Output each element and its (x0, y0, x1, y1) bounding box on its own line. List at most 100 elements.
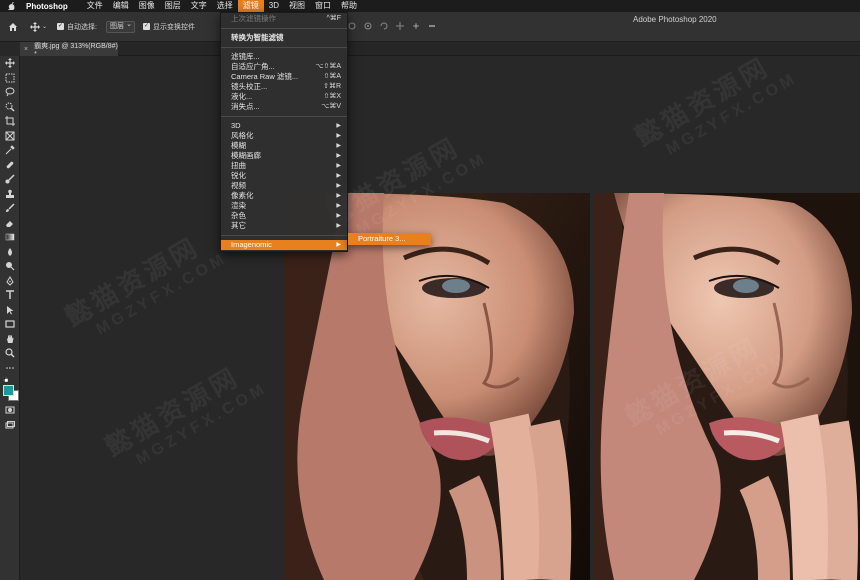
history-brush-tool-icon[interactable] (0, 201, 20, 216)
scale-icon[interactable] (428, 22, 436, 30)
menu-item-convert-smart-filter[interactable]: 转换为智能滤镜 (221, 33, 347, 43)
watermark-cn: 懿猫资源网 (60, 231, 205, 333)
healing-brush-tool-icon[interactable] (0, 158, 20, 173)
menu-item-distort[interactable]: 扭曲 ▶ (221, 161, 347, 171)
menu-item-vanishing-point[interactable]: 消失点... ⌥⌘V (221, 102, 347, 112)
menu-item-noise[interactable]: 杂色 ▶ (221, 211, 347, 221)
submenu-arrow-icon: ▶ (336, 193, 341, 199)
auto-select-checkbox[interactable]: ✓ 自动选择: (57, 22, 97, 32)
hand-tool-icon[interactable] (0, 332, 20, 347)
orbit-icon[interactable] (364, 22, 372, 30)
path-selection-tool-icon[interactable] (0, 303, 20, 318)
pan-icon[interactable] (396, 22, 404, 30)
marquee-tool-icon[interactable] (0, 71, 20, 86)
menu-item-filter-gallery[interactable]: 滤镜库... (221, 52, 347, 62)
menu-item-label: 渲染 (231, 201, 246, 210)
menu-item-shortcut: ^⌘F (326, 15, 341, 22)
apple-icon[interactable] (8, 2, 18, 10)
quick-mask-icon[interactable] (0, 403, 20, 418)
menu-item-last-filter[interactable]: 上次滤镜操作 ^⌘F (221, 14, 347, 24)
menu-item-blur-gallery[interactable]: 模糊画廊 ▶ (221, 151, 347, 161)
menu-item-label: 锐化 (231, 171, 246, 180)
menu-type[interactable]: 文字 (186, 0, 212, 12)
gradient-tool-icon[interactable] (0, 230, 20, 245)
crop-tool-icon[interactable] (0, 114, 20, 129)
menu-view[interactable]: 视图 (284, 0, 310, 12)
dodge-tool-icon[interactable] (0, 259, 20, 274)
menu-select[interactable]: 选择 (212, 0, 238, 12)
menu-item-adaptive-wide-angle[interactable]: 自适应广角... ⌥⇧⌘A (221, 62, 347, 72)
document-tab-bar: × 霸爽.jpg @ 313%(RGB/8#) * (20, 42, 860, 58)
zoom-tool-icon[interactable] (0, 346, 20, 361)
menu-file[interactable]: 文件 (82, 0, 108, 12)
watermark: 懿猫资源网 MGZYFX.COM (628, 38, 801, 170)
menu-separator (221, 235, 347, 236)
home-icon[interactable] (8, 22, 18, 32)
filter-menu-dropdown: 上次滤镜操作 ^⌘F 转换为智能滤镜 滤镜库... 自适应广角... ⌥⇧⌘A … (220, 12, 348, 252)
slide-icon[interactable] (412, 22, 420, 30)
watermark-cn: 懿猫资源网 (100, 361, 245, 463)
move-tool-preset-icon[interactable]: ⌄ (30, 21, 47, 32)
pen-tool-icon[interactable] (0, 274, 20, 289)
menu-window[interactable]: 窗口 (310, 0, 336, 12)
menu-item-video[interactable]: 视频 ▶ (221, 181, 347, 191)
menu-filter[interactable]: 滤镜 (237, 0, 264, 12)
menu-item-imagenomic[interactable]: Imagenomic ▶ (221, 240, 347, 250)
lasso-tool-icon[interactable] (0, 85, 20, 100)
menu-item-sharpen[interactable]: 锐化 ▶ (221, 171, 347, 181)
menu-item-lens-correction[interactable]: 镜头校正... ⇧⌘R (221, 82, 347, 92)
document-canvas[interactable]: 懿猫资源网 MGZYFX.COM 懿猫资源网 MGZYFX.COM 懿猫资源网 … (20, 51, 860, 580)
rectangle-tool-icon[interactable] (0, 317, 20, 332)
show-transform-checkbox[interactable]: ✓ 显示变换控件 (142, 22, 195, 32)
menu-item-other[interactable]: 其它 ▶ (221, 221, 347, 231)
watermark: 懿猫资源网 MGZYFX.COM (58, 218, 231, 350)
align-distribute-group (348, 22, 436, 30)
menu-item-render[interactable]: 渲染 ▶ (221, 201, 347, 211)
menu-item-pixelate[interactable]: 像素化 ▶ (221, 191, 347, 201)
screen-mode-icon[interactable] (0, 418, 20, 433)
foreground-color-swatch[interactable] (3, 385, 14, 396)
clone-stamp-tool-icon[interactable] (0, 187, 20, 202)
move-tool-icon[interactable] (0, 56, 20, 71)
menu-item-liquify[interactable]: 液化... ⇧⌘X (221, 92, 347, 102)
roll-icon[interactable] (380, 22, 388, 30)
menu-item-camera-raw[interactable]: Camera Raw 滤镜... ⇧⌘A (221, 72, 347, 82)
watermark-en: MGZYFX.COM (133, 379, 271, 469)
document-tab[interactable]: × 霸爽.jpg @ 313%(RGB/8#) * (20, 42, 118, 58)
color-swatches[interactable] (0, 385, 20, 403)
blur-tool-icon[interactable] (0, 245, 20, 260)
more-tools-icon[interactable] (0, 361, 20, 376)
menu-layer[interactable]: 图层 (160, 0, 186, 12)
type-tool-icon[interactable] (0, 288, 20, 303)
submenu-arrow-icon: ▶ (336, 163, 341, 169)
menu-separator (221, 47, 347, 48)
menu-image[interactable]: 图像 (134, 0, 160, 12)
menu-item-3d[interactable]: 3D ▶ (221, 121, 347, 131)
submenu-arrow-icon: ▶ (336, 153, 341, 159)
app-menu[interactable]: Photoshop (26, 2, 68, 11)
eyedropper-tool-icon[interactable] (0, 143, 20, 158)
frame-tool-icon[interactable] (0, 129, 20, 144)
menu-item-blur[interactable]: 模糊 ▶ (221, 141, 347, 151)
menu-item-shortcut: ⌥⌘V (321, 103, 341, 110)
align-3d-icon[interactable] (348, 22, 356, 30)
auto-select-dropdown[interactable]: 图层 (103, 20, 135, 33)
menu-bar: Photoshop 文件 编辑 图像 图层 文字 选择 滤镜 3D 视图 窗口 … (0, 0, 860, 12)
submenu-arrow-icon: ▶ (336, 123, 341, 129)
menu-item-stylize[interactable]: 风格化 ▶ (221, 131, 347, 141)
submenu-arrow-icon: ▶ (336, 143, 341, 149)
menu-item-label: 液化... (231, 92, 253, 101)
menu-item-portraiture[interactable]: Portraiture 3... (358, 234, 406, 243)
close-icon[interactable]: × (24, 46, 28, 53)
submenu-arrow-icon: ▶ (336, 173, 341, 179)
brush-tool-icon[interactable] (0, 172, 20, 187)
quick-select-tool-icon[interactable] (0, 100, 20, 115)
menu-help[interactable]: 帮助 (336, 0, 362, 12)
menu-item-label: 3D (231, 121, 241, 130)
menu-item-label: 上次滤镜操作 (231, 14, 276, 23)
submenu-arrow-icon: ▶ (336, 223, 341, 229)
menu-edit[interactable]: 编辑 (108, 0, 134, 12)
tools-panel (0, 56, 20, 580)
menu-3d[interactable]: 3D (264, 0, 284, 12)
eraser-tool-icon[interactable] (0, 216, 20, 231)
